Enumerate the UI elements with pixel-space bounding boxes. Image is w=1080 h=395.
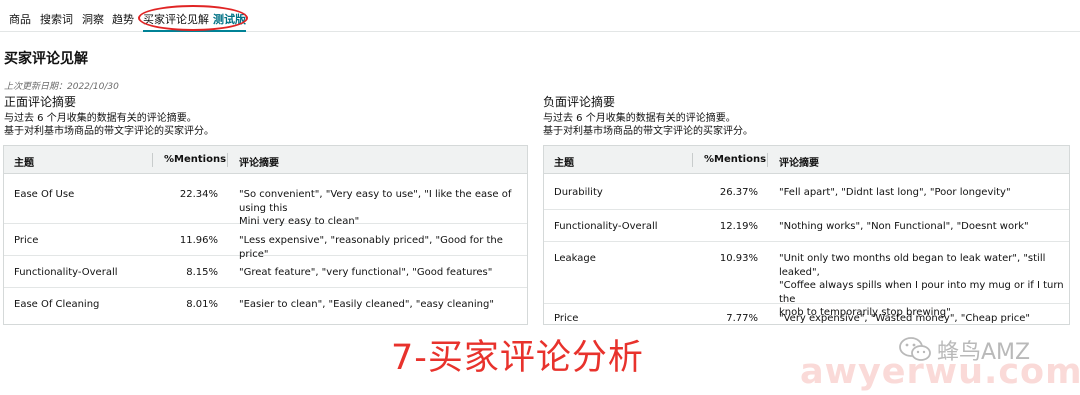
- mentions-cell: 26.37%: [719, 187, 758, 198]
- column-divider: [152, 153, 153, 167]
- table-row: Ease Of Cleaning 8.01% "Easier to clean"…: [4, 288, 527, 324]
- topic-cell: Ease Of Use: [14, 189, 75, 200]
- mentions-cell: 11.96%: [179, 235, 218, 246]
- top-nav: 商品 搜索词 洞察 趋势 买家评论见解 测试版: [0, 0, 1080, 32]
- table-row: Price 11.96% "Less expensive", "reasonab…: [4, 224, 527, 260]
- mentions-cell: 12.19%: [719, 221, 758, 232]
- negative-review-table: 主题 %Mentions 评论摘要 Durability 26.37% "Fel…: [543, 145, 1070, 325]
- table-row: Ease Of Use 22.34% "So convenient", "Ver…: [4, 174, 527, 227]
- column-header-summary[interactable]: 评论摘要: [239, 154, 279, 169]
- nav-tab-search-terms[interactable]: 搜索词: [40, 11, 73, 27]
- caption-banner: 7-买家评论分析: [391, 338, 644, 378]
- mentions-cell: 8.01%: [186, 299, 218, 310]
- summary-cell: "Easier to clean", "Easily cleaned", "ea…: [239, 299, 494, 310]
- column-header-topic[interactable]: 主题: [554, 154, 574, 169]
- column-header-topic[interactable]: 主题: [14, 154, 34, 169]
- mentions-cell: 8.15%: [186, 267, 218, 278]
- column-divider: [227, 153, 228, 167]
- column-header-mentions[interactable]: %Mentions: [704, 154, 766, 165]
- positive-section-desc-1: 与过去 6 个月收集的数据有关的评论摘要。: [4, 113, 197, 124]
- mentions-cell: 10.93%: [719, 253, 758, 264]
- last-updated: 上次更新日期：2022/10/30: [4, 82, 119, 92]
- nav-tab-insights[interactable]: 洞察: [82, 11, 104, 27]
- summary-line: "So convenient", "Very easy to use", "I …: [239, 189, 512, 214]
- column-header-summary[interactable]: 评论摘要: [779, 154, 819, 169]
- summary-cell: "Fell apart", "Didnt last long", "Poor l…: [779, 187, 1011, 198]
- table-row: Functionality-Overall 12.19% "Nothing wo…: [544, 210, 1069, 242]
- table-header: 主题 %Mentions 评论摘要: [4, 146, 527, 174]
- topic-cell: Price: [554, 313, 579, 324]
- table-row: Functionality-Overall 8.15% "Great featu…: [4, 256, 527, 288]
- positive-section-desc-2: 基于对利基市场商品的带文字评论的买家评分。: [4, 126, 214, 137]
- column-header-mentions[interactable]: %Mentions: [164, 154, 226, 165]
- nav-tab-review-insights[interactable]: 买家评论见解 测试版: [143, 11, 246, 32]
- negative-section-desc-2: 基于对利基市场商品的带文字评论的买家评分。: [543, 126, 753, 137]
- topic-cell: Price: [14, 235, 39, 246]
- column-divider: [692, 153, 693, 167]
- negative-section-desc-1: 与过去 6 个月收集的数据有关的评论摘要。: [543, 113, 736, 124]
- summary-cell: "Very expensive", "Wasted money", "Cheap…: [779, 313, 1030, 324]
- positive-section-title: 正面评论摘要: [4, 95, 77, 109]
- watermark-name: 蜂鸟AMZ: [937, 340, 1031, 365]
- table-row: Price 7.77% "Very expensive", "Wasted mo…: [544, 304, 1069, 324]
- topic-cell: Leakage: [554, 253, 596, 264]
- topic-cell: Ease Of Cleaning: [14, 299, 100, 310]
- beta-badge: 测试版: [213, 13, 246, 26]
- table-row: Durability 26.37% "Fell apart", "Didnt l…: [544, 174, 1069, 210]
- nav-tab-trends[interactable]: 趋势: [112, 11, 134, 27]
- summary-cell: "Great feature", "very functional", "Goo…: [239, 267, 493, 278]
- nav-tab-products[interactable]: 商品: [9, 11, 31, 27]
- wechat-icon: [899, 337, 931, 361]
- summary-line: "Coffee always spills when I pour into m…: [779, 280, 1064, 305]
- summary-cell: "So convenient", "Very easy to use", "I …: [239, 188, 527, 229]
- page-title: 买家评论见解: [4, 51, 88, 67]
- topic-cell: Functionality-Overall: [554, 221, 658, 232]
- summary-cell: "Nothing works", "Non Functional", "Does…: [779, 221, 1029, 232]
- mentions-cell: 7.77%: [726, 313, 758, 324]
- summary-line: "Unit only two months old began to leak …: [779, 253, 1046, 278]
- table-header: 主题 %Mentions 评论摘要: [544, 146, 1069, 174]
- positive-review-table: 主题 %Mentions 评论摘要 Ease Of Use 22.34% "So…: [3, 145, 528, 325]
- table-row: Leakage 10.93% "Unit only two months old…: [544, 242, 1069, 318]
- mentions-cell: 22.34%: [179, 189, 218, 200]
- topic-cell: Durability: [554, 187, 603, 198]
- topic-cell: Functionality-Overall: [14, 267, 118, 278]
- negative-section-title: 负面评论摘要: [543, 95, 616, 109]
- column-divider: [767, 153, 768, 167]
- nav-tab-review-insights-label: 买家评论见解: [143, 13, 209, 26]
